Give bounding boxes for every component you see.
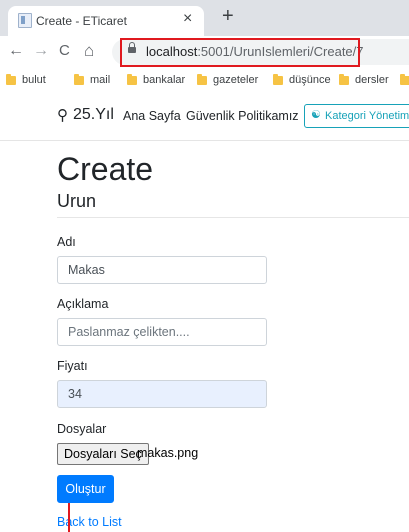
bookmark-bankalar[interactable]: bankalar: [127, 70, 185, 90]
bookmark-bulut[interactable]: bulut: [6, 70, 46, 90]
bookmark-overflow[interactable]: [400, 70, 409, 90]
description-label: Açıklama: [57, 297, 109, 311]
bookmark-label: mail: [90, 74, 111, 86]
reload-icon[interactable]: C: [59, 41, 70, 61]
tab-title: Create - ETicaret: [36, 14, 127, 28]
bookmark-label: gazeteler: [213, 74, 259, 86]
forward-arrow-icon[interactable]: →: [33, 41, 49, 61]
folder-icon: [400, 73, 409, 85]
user-icon: ⚲: [57, 107, 68, 124]
price-input[interactable]: [57, 380, 267, 408]
bookmark-label: dersler: [355, 74, 389, 86]
url-highlight-box: [120, 38, 360, 67]
bookmark-gazeteler[interactable]: gazeteler: [197, 70, 258, 90]
name-label: Adı: [57, 235, 76, 249]
site-brand[interactable]: 25.Yıl: [73, 106, 114, 124]
bookmark-label: bulut: [22, 74, 46, 86]
price-label: Fiyatı: [57, 359, 88, 373]
back-arrow-icon[interactable]: ←: [8, 41, 24, 61]
plus-icon[interactable]: +: [222, 6, 234, 26]
folder-icon: [127, 73, 137, 85]
divider: [57, 217, 409, 218]
create-submit-button[interactable]: Oluştur: [57, 475, 114, 503]
close-icon[interactable]: ×: [183, 10, 192, 28]
folder-icon: [6, 73, 16, 85]
folder-icon: [339, 73, 349, 85]
bookmark-dersler[interactable]: dersler: [339, 70, 389, 90]
folder-icon: [273, 73, 283, 85]
name-input[interactable]: [57, 256, 267, 284]
files-label: Dosyalar: [57, 422, 107, 436]
text-cursor-marker: [68, 503, 70, 532]
category-button-label: Kategori Yönetimi: [325, 110, 409, 122]
description-input[interactable]: [57, 318, 267, 346]
bookmark-label: düşünce: [289, 74, 331, 86]
sitemap-icon: ☯: [311, 109, 321, 121]
choose-files-button[interactable]: Dosyaları Seç: [57, 443, 149, 465]
bookmark-mail[interactable]: mail: [74, 70, 110, 90]
page-title: Create: [57, 151, 154, 187]
selected-file-name: makas.png: [137, 446, 199, 460]
nav-security-policy-link[interactable]: Güvenlik Politikamız: [186, 109, 299, 123]
home-icon[interactable]: ⌂: [84, 41, 94, 61]
bookmark-label: bankalar: [143, 74, 186, 86]
back-to-list-link[interactable]: Back to List: [57, 515, 122, 529]
folder-icon: [197, 73, 207, 85]
folder-icon: [74, 73, 84, 85]
nav-home-link[interactable]: Ana Sayfa: [123, 109, 181, 123]
page-icon: [18, 13, 32, 28]
page-subtitle: Urun: [57, 191, 97, 211]
bookmark-dusunce[interactable]: düşünce: [273, 70, 331, 90]
